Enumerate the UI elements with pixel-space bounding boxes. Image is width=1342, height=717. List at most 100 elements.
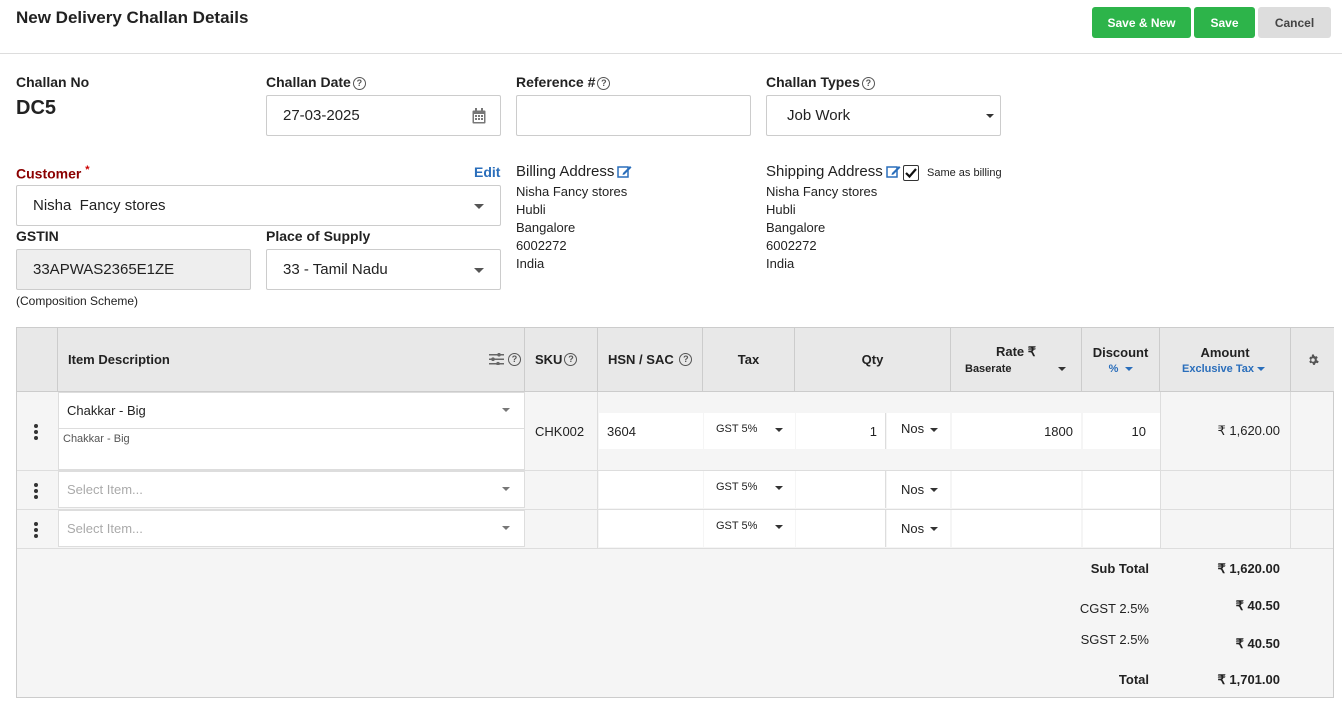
discount-input[interactable]	[1083, 471, 1160, 508]
calendar-icon[interactable]	[472, 108, 486, 124]
tax-select[interactable]: GST 5%	[704, 510, 795, 547]
cgst-value: ₹ 40.50	[1235, 598, 1280, 613]
challan-types-select[interactable]: Job Work	[766, 95, 1001, 136]
row-menu-icon[interactable]	[34, 424, 38, 442]
reference-label: Reference #?	[516, 74, 611, 90]
item-description-header-text: Item Description	[68, 352, 170, 367]
customer-value: Nisha Fancy stores	[33, 197, 166, 214]
chevron-down-icon[interactable]	[1058, 367, 1066, 371]
address-line: India	[516, 256, 545, 271]
billing-address-title: Billing Address	[516, 163, 632, 180]
customer-select[interactable]: Nisha Fancy stores	[16, 185, 501, 226]
tax-select[interactable]: GST 5%	[704, 471, 795, 508]
challan-types-label-text: Challan Types	[766, 74, 860, 90]
table-settings-header	[1291, 328, 1334, 391]
unit-select[interactable]: Nos	[887, 471, 950, 508]
edit-icon[interactable]	[617, 164, 632, 178]
help-icon[interactable]: ?	[508, 353, 521, 366]
rate-header-text: Rate ₹	[995, 344, 1037, 359]
sku-header-text: SKU	[535, 352, 563, 367]
rate-input[interactable]	[952, 510, 1081, 547]
address-line: Bangalore	[516, 220, 576, 235]
customer-label-text: Customer	[16, 165, 82, 182]
help-icon[interactable]: ?	[861, 77, 875, 90]
tax-mode-select[interactable]: Exclusive Tax	[1182, 363, 1254, 375]
help-icon[interactable]: ?	[679, 353, 693, 366]
chevron-down-icon[interactable]	[1257, 367, 1265, 371]
same-as-billing-checkbox[interactable]	[903, 165, 919, 181]
chevron-down-icon	[930, 488, 938, 492]
rate-input[interactable]: 1800	[952, 413, 1081, 449]
required-marker: *	[85, 164, 90, 176]
gstin-label: GSTIN	[16, 228, 59, 244]
address-line: India	[766, 256, 795, 271]
place-of-supply-select[interactable]: 33 - Tamil Nadu	[266, 249, 501, 290]
discount-header-text: Discount	[1092, 344, 1149, 360]
tax-select-value: GST 5%	[716, 423, 758, 435]
same-as-billing-label: Same as billing	[927, 167, 1002, 179]
unit-select[interactable]: Nos	[887, 413, 950, 449]
challan-no-label: Challan No	[16, 74, 90, 90]
unit-select-value: Nos	[901, 521, 925, 536]
rate-input[interactable]	[952, 471, 1081, 508]
hsn-header: HSN / SAC ?	[598, 328, 703, 391]
qty-input[interactable]	[796, 471, 886, 508]
edit-icon[interactable]	[886, 164, 901, 178]
qty-input[interactable]: 1	[796, 413, 886, 449]
save-button[interactable]: Save	[1194, 7, 1255, 38]
shipping-address-title: Shipping Address	[766, 163, 901, 180]
chevron-down-icon[interactable]	[1125, 367, 1133, 371]
address-line: 6002272	[516, 238, 567, 253]
place-of-supply-value: 33 - Tamil Nadu	[283, 261, 388, 278]
sub-total-label: Sub Total	[1090, 561, 1149, 576]
address-line: Nisha Fancy stores	[516, 184, 628, 199]
tax-select[interactable]: GST 5%	[704, 413, 795, 449]
sgst-value: ₹ 40.50	[1235, 636, 1280, 651]
item-select[interactable]: Select Item...	[58, 510, 525, 547]
gear-icon[interactable]	[1307, 354, 1319, 366]
amount-cell: ₹ 1,620.00	[1160, 392, 1291, 470]
item-select[interactable]: Chakkar - Big	[58, 392, 525, 429]
chevron-down-icon	[986, 114, 994, 118]
address-line: Hubli	[516, 202, 546, 217]
items-table: Item Description ? SKU? HSN / SAC ? Tax …	[16, 327, 1334, 698]
columns-settings-icon[interactable]	[489, 353, 504, 365]
challan-date-input[interactable]: 27-03-2025	[266, 95, 501, 136]
challan-types-value: Job Work	[787, 107, 851, 124]
baserate-select[interactable]: Baserate	[965, 363, 1011, 375]
hsn-header-text: HSN / SAC	[608, 352, 674, 367]
address-line: Hubli	[766, 202, 796, 217]
chevron-down-icon	[502, 526, 510, 530]
sku-cell	[525, 510, 598, 548]
discount-input[interactable]	[1083, 510, 1160, 547]
item-description-textarea[interactable]: Chakkar - Big	[58, 429, 525, 470]
table-header-cell	[17, 328, 58, 391]
help-icon[interactable]: ?	[564, 353, 578, 366]
gstin-input[interactable]: 33APWAS2365E1ZE	[16, 249, 251, 290]
address-line: 6002272	[766, 238, 817, 253]
help-icon[interactable]: ?	[597, 77, 611, 90]
item-select[interactable]: Select Item...	[58, 471, 525, 508]
discount-input[interactable]: 10	[1083, 413, 1160, 449]
page-title: New Delivery Challan Details	[16, 8, 249, 27]
reference-input[interactable]	[516, 95, 751, 136]
item-select-placeholder: Select Item...	[67, 521, 143, 536]
address-line: Nisha Fancy stores	[766, 184, 878, 199]
hsn-input[interactable]	[599, 471, 703, 508]
place-of-supply-label: Place of Supply	[266, 228, 371, 244]
qty-input[interactable]	[796, 510, 886, 547]
row-menu-icon[interactable]	[34, 522, 38, 540]
amount-cell	[1160, 510, 1291, 548]
hsn-input[interactable]	[599, 510, 703, 547]
chevron-down-icon	[775, 428, 783, 432]
save-and-new-button[interactable]: Save & New	[1092, 7, 1191, 38]
help-icon[interactable]: ?	[352, 77, 366, 90]
total-label: Total	[1118, 672, 1149, 687]
chevron-down-icon	[775, 486, 783, 490]
discount-type-select[interactable]: %	[1109, 363, 1119, 375]
hsn-input[interactable]: 3604	[599, 413, 703, 449]
row-menu-icon[interactable]	[34, 483, 38, 501]
unit-select[interactable]: Nos	[887, 510, 950, 547]
cancel-button[interactable]: Cancel	[1258, 7, 1331, 38]
customer-edit-link[interactable]: Edit	[474, 164, 500, 180]
